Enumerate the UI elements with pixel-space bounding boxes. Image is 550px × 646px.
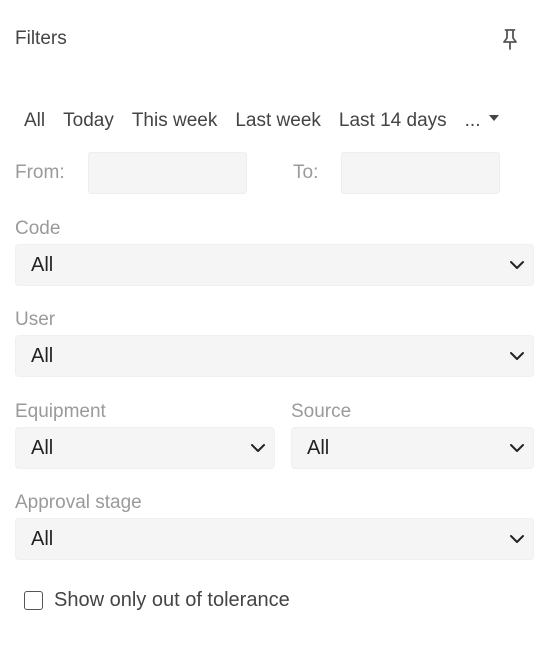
range-more-label: ... xyxy=(464,110,481,131)
pin-button[interactable] xyxy=(498,26,522,52)
approval-stage-select[interactable]: All xyxy=(15,518,534,560)
date-range-tabs: All Today This week Last week Last 14 da… xyxy=(15,108,508,134)
filters-panel: Filters All Today This week Last week La… xyxy=(0,0,550,646)
source-label: Source xyxy=(291,401,352,422)
out-of-tolerance-toggle[interactable]: Show only out of tolerance xyxy=(24,588,290,612)
range-more-dropdown[interactable]: ... xyxy=(456,108,508,134)
chevron-down-icon xyxy=(509,443,525,453)
code-label: Code xyxy=(15,218,61,239)
chevron-down-icon xyxy=(509,260,525,270)
from-label: From: xyxy=(15,162,65,183)
chevron-down-icon xyxy=(509,534,525,544)
range-tab-today[interactable]: Today xyxy=(54,108,123,134)
equipment-select-value: All xyxy=(31,436,54,459)
equipment-select[interactable]: All xyxy=(15,427,275,469)
pin-icon xyxy=(503,29,517,50)
user-label: User xyxy=(15,309,56,330)
panel-title: Filters xyxy=(15,28,67,49)
from-date-input[interactable] xyxy=(88,152,247,194)
user-select-value: All xyxy=(31,344,54,367)
code-select[interactable]: All xyxy=(15,244,534,286)
chevron-down-icon xyxy=(250,443,266,453)
source-select[interactable]: All xyxy=(291,427,534,469)
user-select[interactable]: All xyxy=(15,335,534,377)
out-of-tolerance-label: Show only out of tolerance xyxy=(54,588,290,611)
source-select-value: All xyxy=(307,436,330,459)
chevron-down-icon xyxy=(509,351,525,361)
range-tab-this-week[interactable]: This week xyxy=(123,108,227,134)
range-tab-all[interactable]: All xyxy=(15,108,54,134)
out-of-tolerance-checkbox[interactable] xyxy=(24,590,43,610)
to-date-input[interactable] xyxy=(341,152,500,194)
equipment-label: Equipment xyxy=(15,401,106,422)
range-tab-last-week[interactable]: Last week xyxy=(226,108,330,134)
caret-down-icon xyxy=(488,115,499,121)
code-select-value: All xyxy=(31,253,54,276)
approval-stage-select-value: All xyxy=(31,527,54,550)
to-label: To: xyxy=(293,162,319,183)
approval-stage-label: Approval stage xyxy=(15,492,142,513)
range-tab-last-14-days[interactable]: Last 14 days xyxy=(330,108,456,134)
